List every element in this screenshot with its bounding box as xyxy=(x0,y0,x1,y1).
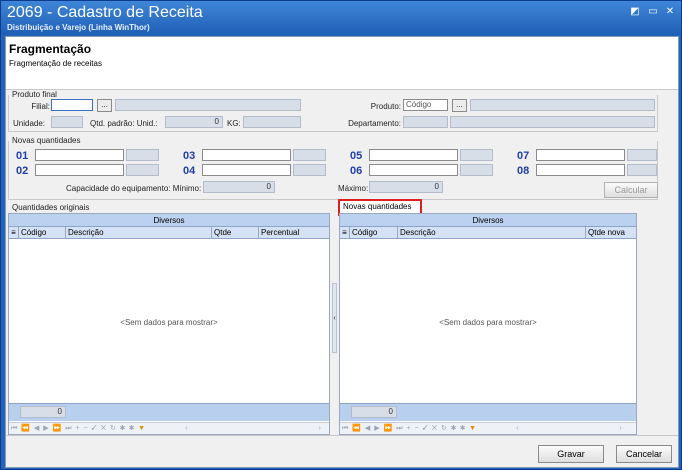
right-grid-footer: 0 xyxy=(340,403,636,421)
kg-value xyxy=(243,116,301,128)
slot-01-label: 01 xyxy=(16,150,29,162)
left-footer-total: 0 xyxy=(20,406,66,418)
maximize-icon[interactable]: ▭ xyxy=(646,6,660,18)
left-grid-footer: 0 xyxy=(9,403,329,421)
calcular-button[interactable]: Calcular xyxy=(604,182,658,198)
filter-icon[interactable]: ▼ xyxy=(469,425,476,432)
produto-search-button[interactable]: ... xyxy=(452,99,467,112)
slot-03-unit xyxy=(293,149,326,161)
filter-icon[interactable]: ▼ xyxy=(138,425,145,432)
slot-07-unit xyxy=(627,149,657,161)
slot-02-unit xyxy=(126,164,159,176)
right-col-qtde-nova[interactable]: Qtde nova xyxy=(586,227,636,238)
slot-06-input[interactable] xyxy=(369,164,458,176)
column-chooser-icon[interactable]: ≡ xyxy=(9,227,19,238)
left-grid-band: Diversos xyxy=(9,214,329,227)
slot-02-input[interactable] xyxy=(35,164,124,176)
gravar-button[interactable]: Gravar xyxy=(538,445,604,463)
page-title: Fragmentação xyxy=(9,42,92,56)
left-empty-message: <Sem dados para mostrar> xyxy=(120,318,218,327)
maximo-value: 0 xyxy=(369,181,443,193)
restore-icon[interactable]: ◩ xyxy=(628,6,642,18)
right-col-codigo[interactable]: Código xyxy=(350,227,398,238)
slot-07-input[interactable] xyxy=(536,149,625,161)
slot-02-label: 02 xyxy=(16,165,29,177)
filial-search-button[interactable]: ... xyxy=(97,99,112,112)
slot-05-input[interactable] xyxy=(369,149,458,161)
slot-04-unit xyxy=(293,164,326,176)
close-icon[interactable]: ✕ xyxy=(663,6,677,18)
right-grid-gutter xyxy=(637,213,647,435)
slot-01-unit xyxy=(126,149,159,161)
title-bar: 2069 - Cadastro de Receita Distribuição … xyxy=(1,1,681,35)
slot-08-input[interactable] xyxy=(536,164,625,176)
left-col-percentual[interactable]: Percentual xyxy=(259,227,329,238)
maximo-label: Máximo: xyxy=(338,184,369,193)
bottom-divider xyxy=(6,435,678,436)
slot-04-label: 04 xyxy=(183,165,196,177)
departamento-description xyxy=(450,116,655,128)
produto-final-label: Produto final xyxy=(11,90,58,99)
slot-08-unit xyxy=(627,164,657,176)
window-title: 2069 - Cadastro de Receita xyxy=(7,4,203,21)
page-subtitle: Fragmentação de receitas xyxy=(9,59,102,68)
right-empty-message: <Sem dados para mostrar> xyxy=(439,318,537,327)
unidade-value xyxy=(51,116,83,128)
kg-label: KG: xyxy=(227,119,241,128)
novas-quantidades-grid: Diversos ≡ Código Descrição Qtde nova <S… xyxy=(339,213,637,435)
capacidade-label: Capacidade do equipamento: Mínimo: xyxy=(66,184,202,193)
client-area: Fragmentação Fragmentação de receitas Pr… xyxy=(5,36,679,468)
left-grid-navigator[interactable]: ⏮ ⏪ ◀ ▶ ⏩ ⏭ + − ✓ ✕ ↻ ✱ ✱ ▼ ‹ › xyxy=(9,422,329,434)
produto-description xyxy=(470,99,655,111)
right-footer-total: 0 xyxy=(351,406,397,418)
novas-quantidades-label: Novas quantidades xyxy=(11,136,82,145)
column-chooser-icon[interactable]: ≡ xyxy=(340,227,350,238)
right-grid-band: Diversos xyxy=(340,214,636,227)
produto-label: Produto: xyxy=(370,102,401,111)
slot-05-label: 05 xyxy=(350,150,363,162)
slot-05-unit xyxy=(460,149,493,161)
slot-07-label: 07 xyxy=(517,150,530,162)
left-col-descricao[interactable]: Descrição xyxy=(66,227,212,238)
slot-01-input[interactable] xyxy=(35,149,124,161)
left-col-qtde[interactable]: Qtde xyxy=(212,227,259,238)
quantidades-originais-grid: Diversos ≡ Código Descrição Qtde Percent… xyxy=(8,213,330,435)
produto-input[interactable]: Código xyxy=(403,99,448,111)
departamento-label: Departamento: xyxy=(348,119,401,128)
page-header: Fragmentação Fragmentação de receitas xyxy=(6,37,678,90)
filial-description xyxy=(115,99,301,111)
unidade-label: Unidade: xyxy=(13,119,46,128)
right-grid-navigator[interactable]: ⏮ ⏪ ◀ ▶ ⏩ ⏭ + − ✓ ✕ ↻ ✱ ✱ ▼ ‹ › xyxy=(340,422,636,434)
slot-04-input[interactable] xyxy=(202,164,291,176)
departamento-code xyxy=(403,116,448,128)
left-grid-header: ≡ Código Descrição Qtde Percentual xyxy=(9,227,329,239)
right-grid-header: ≡ Código Descrição Qtde nova xyxy=(340,227,636,239)
slot-08-label: 08 xyxy=(517,165,530,177)
right-col-descricao[interactable]: Descrição xyxy=(398,227,586,238)
quantidades-originais-label: Quantidades originais xyxy=(11,203,91,212)
slot-06-unit xyxy=(460,164,493,176)
slot-06-label: 06 xyxy=(350,165,363,177)
app-window: 2069 - Cadastro de Receita Distribuição … xyxy=(0,0,682,470)
cancelar-button[interactable]: Cancelar xyxy=(616,445,672,463)
qtd-padrao-label: Qtd. padrão: Unid.: xyxy=(90,119,158,128)
splitter-handle[interactable]: ‹ xyxy=(332,283,337,353)
qtd-padrao-value: 0 xyxy=(165,116,223,128)
filial-label: Filial: xyxy=(31,102,50,111)
minimo-value: 0 xyxy=(203,181,275,193)
filial-input[interactable] xyxy=(51,99,93,111)
left-col-codigo[interactable]: Código xyxy=(19,227,66,238)
slot-03-input[interactable] xyxy=(202,149,291,161)
slot-03-label: 03 xyxy=(183,150,196,162)
window-subtitle: Distribuição e Varejo (Linha WinThor) xyxy=(7,23,150,32)
